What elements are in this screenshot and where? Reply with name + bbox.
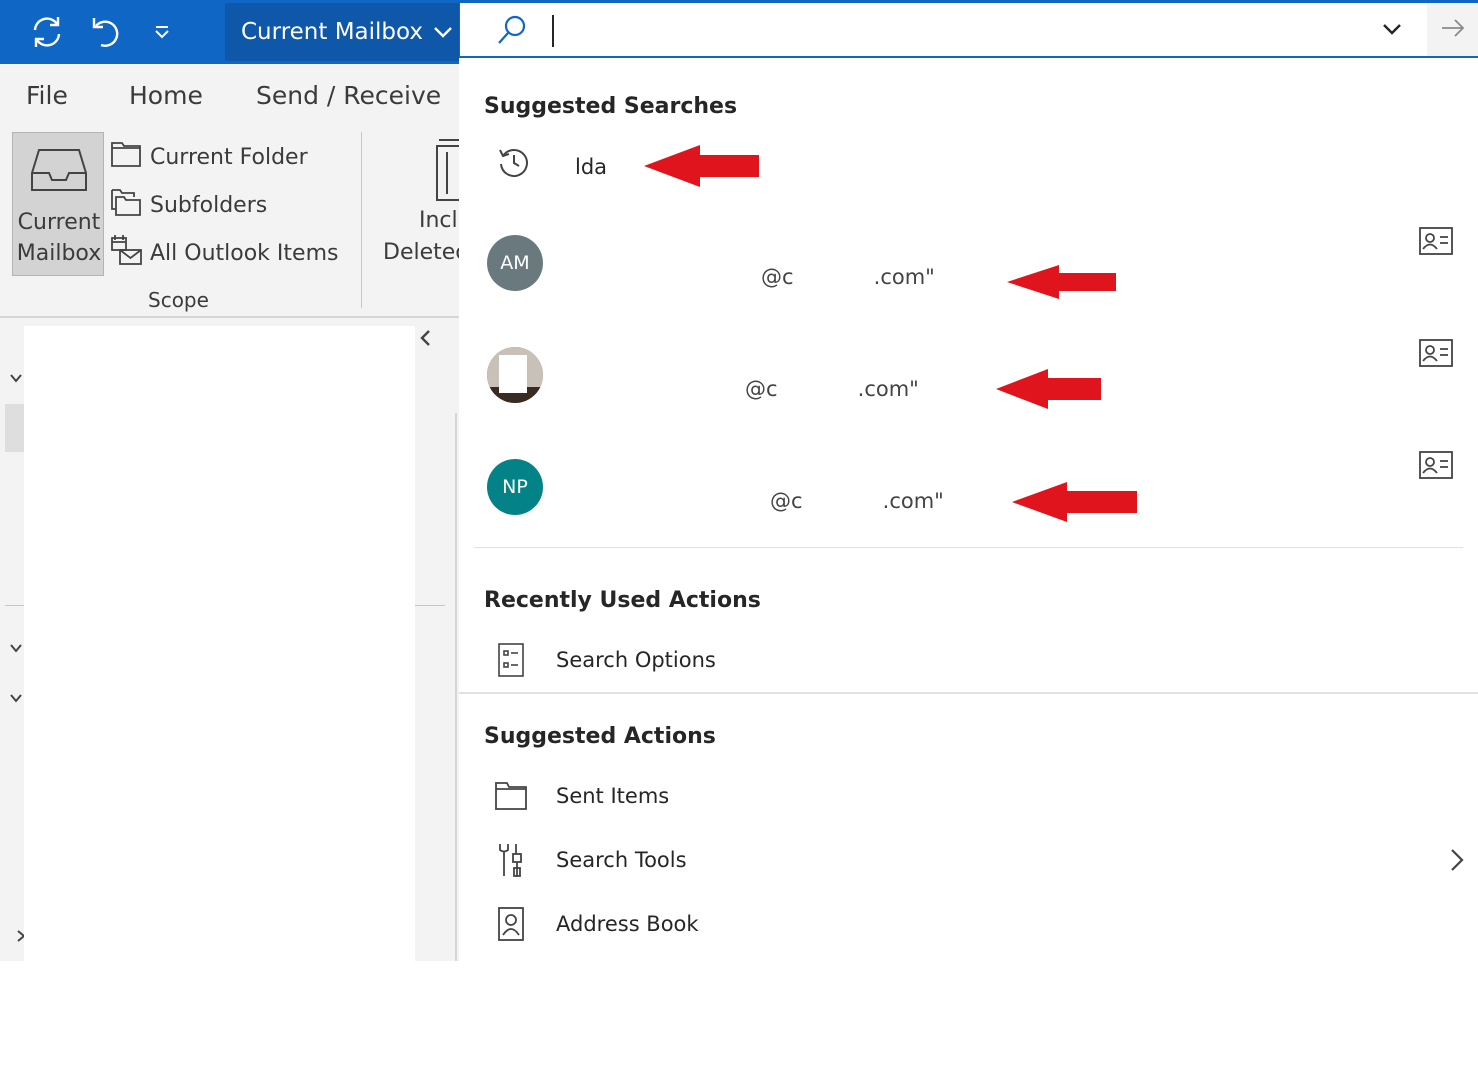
arrow-right-icon bbox=[1440, 18, 1466, 42]
ribbon-divider bbox=[361, 132, 362, 308]
contact-card-icon[interactable] bbox=[1419, 339, 1453, 371]
search-submit-button[interactable] bbox=[1427, 3, 1478, 56]
pane-splitter[interactable] bbox=[455, 413, 457, 961]
avatar: NP bbox=[487, 459, 543, 515]
contact-card-icon[interactable] bbox=[1419, 451, 1453, 483]
annotation-arrow bbox=[644, 143, 760, 193]
selected-folder-indicator bbox=[5, 404, 24, 452]
address-book-label: Address Book bbox=[556, 912, 699, 936]
ribbon: File Home Send / Receive Current Mailbox… bbox=[0, 64, 472, 318]
folder-icon bbox=[110, 139, 142, 175]
suggested-searches-title: Suggested Searches bbox=[484, 94, 738, 119]
tab-send-receive[interactable]: Send / Receive bbox=[256, 81, 441, 110]
annotation-arrow bbox=[1012, 481, 1138, 527]
recent-search-text: lda bbox=[575, 155, 608, 179]
current-folder-label: Current Folder bbox=[150, 144, 308, 170]
inbox-tray-icon bbox=[29, 147, 89, 197]
tab-file[interactable]: File bbox=[26, 81, 68, 110]
folder-pane bbox=[24, 326, 415, 961]
subfolders-icon bbox=[110, 187, 142, 223]
chevron-down-icon[interactable] bbox=[1380, 17, 1404, 45]
current-mailbox-label-line2: Mailbox bbox=[16, 241, 102, 266]
search-input[interactable] bbox=[550, 13, 1350, 47]
contact-suggestion[interactable]: @c .com" bbox=[459, 339, 1478, 437]
scope-dropdown-label: Current Mailbox bbox=[241, 19, 423, 45]
chevron-down-icon[interactable] bbox=[9, 370, 23, 389]
all-outlook-items-button[interactable]: All Outlook Items bbox=[110, 235, 338, 271]
avatar bbox=[487, 347, 543, 403]
address-book-action[interactable]: Address Book bbox=[459, 900, 1478, 952]
search-suggestions-panel: Suggested Searches lda AM @c .com" @c .c… bbox=[459, 58, 1478, 961]
section-divider bbox=[459, 692, 1478, 694]
folder-divider bbox=[415, 605, 445, 606]
search-options-icon bbox=[494, 640, 528, 680]
tab-home[interactable]: Home bbox=[129, 81, 203, 110]
folder-divider bbox=[5, 605, 24, 606]
address-book-icon bbox=[494, 904, 528, 944]
contact-email: @c .com" bbox=[761, 265, 935, 289]
avatar: AM bbox=[487, 235, 543, 291]
tools-icon bbox=[494, 840, 528, 880]
sync-icon[interactable] bbox=[25, 10, 69, 54]
search-icon bbox=[495, 13, 529, 51]
folder-pane-area bbox=[0, 318, 459, 961]
chevron-down-icon bbox=[433, 25, 453, 39]
collapse-pane-icon[interactable] bbox=[416, 328, 436, 352]
undo-icon[interactable] bbox=[83, 10, 127, 54]
contact-email: @c .com" bbox=[770, 489, 944, 513]
annotation-arrow bbox=[1007, 264, 1117, 304]
subfolders-button[interactable]: Subfolders bbox=[110, 187, 267, 223]
all-outlook-items-label: All Outlook Items bbox=[150, 240, 339, 266]
folder-icon bbox=[494, 776, 528, 816]
chevron-right-icon[interactable] bbox=[1449, 848, 1465, 876]
sent-items-action[interactable]: Sent Items bbox=[459, 772, 1478, 824]
all-items-icon bbox=[110, 234, 142, 272]
chevron-down-icon[interactable] bbox=[9, 640, 23, 659]
search-options-label: Search Options bbox=[556, 648, 716, 672]
suggested-actions-title: Suggested Actions bbox=[484, 724, 716, 749]
search-tools-action[interactable]: Search Tools bbox=[459, 836, 1478, 888]
current-folder-button[interactable]: Current Folder bbox=[110, 139, 308, 175]
current-mailbox-button[interactable]: Current Mailbox bbox=[12, 132, 104, 276]
contact-suggestion[interactable]: NP @c .com" bbox=[459, 451, 1478, 549]
scope-dropdown[interactable]: Current Mailbox bbox=[225, 3, 459, 61]
search-bar bbox=[459, 0, 1478, 58]
history-icon bbox=[497, 146, 531, 184]
contact-email: @c .com" bbox=[745, 377, 919, 401]
customize-toolbar-icon[interactable] bbox=[140, 10, 184, 54]
contact-suggestion[interactable]: AM @c .com" bbox=[459, 227, 1478, 325]
subfolders-label: Subfolders bbox=[150, 192, 268, 218]
section-divider bbox=[474, 547, 1463, 548]
scope-group-label: Scope bbox=[148, 288, 209, 312]
contact-card-icon[interactable] bbox=[1419, 227, 1453, 259]
text-caret bbox=[552, 15, 554, 47]
search-tools-label: Search Tools bbox=[556, 848, 687, 872]
sent-items-label: Sent Items bbox=[556, 784, 670, 808]
annotation-arrow bbox=[996, 368, 1102, 414]
current-mailbox-label-line1: Current bbox=[17, 210, 101, 235]
include-deleted-label-line2: Deletec bbox=[383, 240, 468, 265]
title-bar: Current Mailbox bbox=[0, 0, 459, 64]
recently-used-actions-title: Recently Used Actions bbox=[484, 588, 761, 613]
search-options-action[interactable]: Search Options bbox=[459, 636, 1478, 688]
chevron-down-icon[interactable] bbox=[9, 690, 23, 709]
